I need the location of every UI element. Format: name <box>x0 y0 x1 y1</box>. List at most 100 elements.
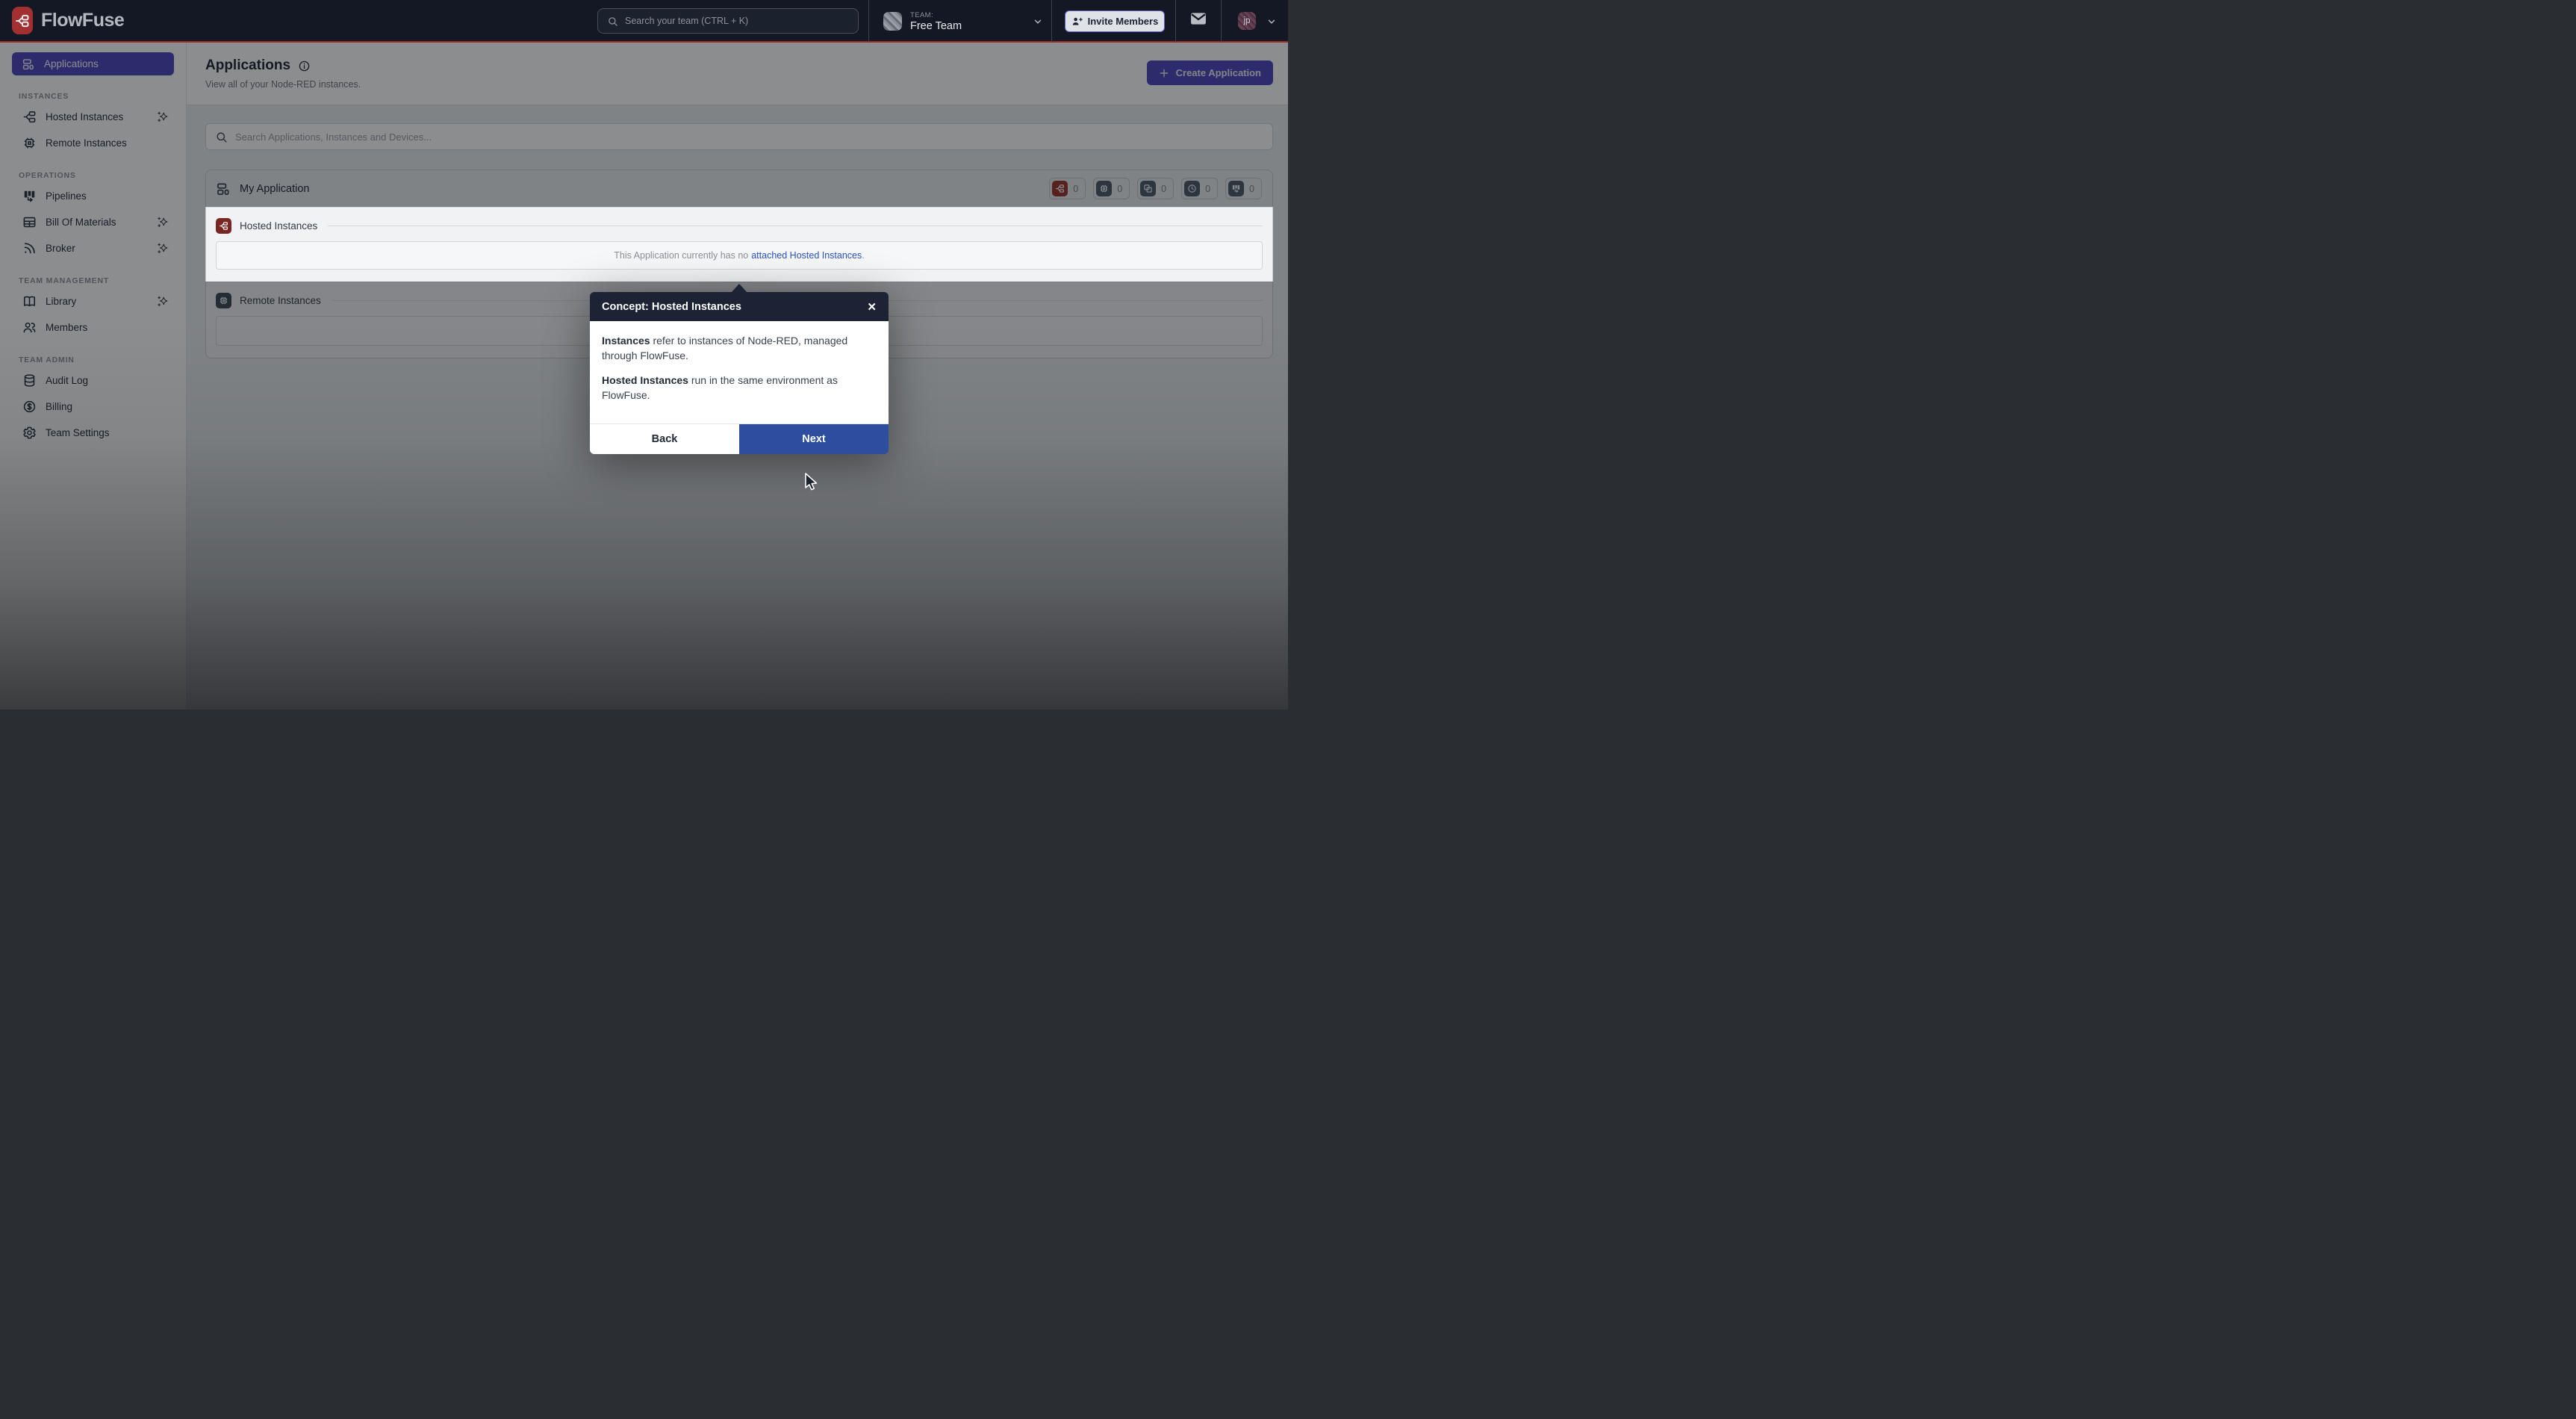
sparkle-icon <box>157 295 169 308</box>
sidebar-item-broker[interactable]: Broker <box>0 235 186 261</box>
billing-icon <box>22 400 37 414</box>
hosted-instances-icon <box>216 218 231 234</box>
library-icon <box>22 294 37 308</box>
team-label: TEAM: <box>910 11 962 19</box>
team-avatar <box>883 12 902 31</box>
hosted-instances-section: Hosted Instances This Application curren… <box>206 208 1272 282</box>
remote-instances-icon <box>216 293 231 308</box>
invite-members-button[interactable]: Invite Members <box>1065 10 1165 32</box>
user-avatar[interactable]: jp <box>1238 12 1256 30</box>
application-title: My Application <box>240 183 310 195</box>
pipelines-icon <box>1228 181 1244 196</box>
applications-search-input[interactable]: Search Applications, Instances and Devic… <box>205 123 1273 150</box>
sidebar-item-label: Library <box>46 296 76 307</box>
team-selector[interactable]: TEAM: Free Team <box>883 0 962 43</box>
flowfuse-logo[interactable]: FlowFuse <box>0 7 187 34</box>
application-card-header[interactable]: My Application 0 <box>206 170 1272 208</box>
team-chevron-down-icon[interactable] <box>1033 16 1043 27</box>
tour-modal-arrow <box>731 284 747 293</box>
badge-device-groups[interactable]: 0 <box>1137 178 1174 199</box>
sidebar-item-label: Members <box>46 322 87 333</box>
mouse-cursor <box>800 472 820 493</box>
close-icon[interactable]: ✕ <box>867 300 877 314</box>
sidebar-section-instances: INSTANCES <box>19 92 186 101</box>
next-button[interactable]: Next <box>739 424 889 454</box>
sidebar-item-team-settings[interactable]: Team Settings <box>0 420 186 446</box>
sparkle-icon <box>157 216 169 229</box>
team-search-input[interactable]: Search your team (CTRL + K) <box>597 8 859 34</box>
navbar-divider <box>868 0 869 43</box>
bill-of-materials-icon <box>22 215 37 229</box>
info-icon[interactable] <box>298 60 311 72</box>
gear-icon <box>22 426 37 440</box>
broker-icon <box>22 241 37 255</box>
flowfuse-logo-icon <box>12 7 33 34</box>
sparkle-icon <box>157 242 169 255</box>
sidebar-item-members[interactable]: Members <box>0 314 186 341</box>
user-chevron-down-icon[interactable] <box>1266 16 1277 27</box>
navbar-divider <box>1051 0 1052 43</box>
sidebar: Applications INSTANCES Hosted Instances <box>0 43 187 710</box>
sidebar-item-label: Broker <box>46 243 75 254</box>
applications-search-placeholder: Search Applications, Instances and Devic… <box>235 131 432 143</box>
badge-count: 0 <box>1161 184 1166 194</box>
badge-count: 0 <box>1073 184 1078 194</box>
application-stat-badges: 0 0 <box>1049 178 1262 199</box>
remote-instances-icon <box>1096 181 1112 196</box>
attached-hosted-instances-link[interactable]: attached Hosted Instances <box>751 250 862 261</box>
badge-pipelines[interactable]: 0 <box>1225 178 1262 199</box>
badge-count: 0 <box>1249 184 1254 194</box>
audit-log-icon <box>22 373 37 388</box>
sidebar-item-applications[interactable]: Applications <box>12 52 174 75</box>
tour-modal-title: Concept: Hosted Instances <box>602 301 741 313</box>
sidebar-item-pipelines[interactable]: Pipelines <box>0 183 186 209</box>
sidebar-item-label: Remote Instances <box>46 137 127 149</box>
tour-modal-header: Concept: Hosted Instances ✕ <box>590 292 889 321</box>
sidebar-item-remote-instances[interactable]: Remote Instances <box>0 130 186 156</box>
section-label: Hosted Instances <box>240 220 317 232</box>
sidebar-item-billing[interactable]: Billing <box>0 394 186 420</box>
sparkle-icon <box>157 111 169 123</box>
badge-count: 0 <box>1205 184 1210 194</box>
page-header: Applications View all of your Node-RED i… <box>187 43 1288 105</box>
section-label: Remote Instances <box>240 295 321 306</box>
applications-icon <box>22 58 35 71</box>
sidebar-item-label: Audit Log <box>46 375 88 386</box>
team-name: Free Team <box>910 20 962 32</box>
sidebar-item-label: Applications <box>44 58 99 69</box>
search-icon <box>607 16 618 27</box>
sidebar-section-team-management: TEAM MANAGEMENT <box>19 276 186 285</box>
page-subtitle: View all of your Node-RED instances. <box>205 79 1269 90</box>
remote-instances-icon <box>22 136 37 150</box>
device-groups-icon <box>1140 181 1156 196</box>
sidebar-item-hosted-instances[interactable]: Hosted Instances <box>0 104 186 130</box>
sidebar-item-label: Pipelines <box>46 190 87 202</box>
mail-icon[interactable] <box>1190 12 1207 25</box>
members-icon <box>22 320 37 335</box>
tour-paragraph: Hosted Instances run in the same environ… <box>602 373 877 403</box>
tour-modal-body: Instances refer to instances of Node-RED… <box>590 321 889 423</box>
badge-count: 0 <box>1117 184 1122 194</box>
badge-hosted-instances[interactable]: 0 <box>1049 178 1086 199</box>
create-application-button[interactable]: Create Application <box>1147 60 1273 85</box>
sidebar-item-bill-of-materials[interactable]: Bill Of Materials <box>0 209 186 235</box>
back-button[interactable]: Back <box>590 424 739 454</box>
hosted-instances-icon <box>1052 181 1068 196</box>
tour-paragraph: Instances refer to instances of Node-RED… <box>602 334 877 364</box>
sidebar-section-operations: OPERATIONS <box>19 171 186 180</box>
badge-snapshots[interactable]: 0 <box>1181 178 1218 199</box>
badge-remote-instances[interactable]: 0 <box>1093 178 1130 199</box>
page-title: Applications <box>205 58 290 74</box>
sidebar-item-library[interactable]: Library <box>0 288 186 314</box>
hosted-instances-empty-state: This Application currently has no attach… <box>216 241 1263 270</box>
pipelines-icon <box>22 189 37 203</box>
create-application-label: Create Application <box>1176 67 1261 78</box>
navbar-divider <box>1221 0 1222 43</box>
invite-members-label: Invite Members <box>1088 16 1159 27</box>
sidebar-item-audit-log[interactable]: Audit Log <box>0 367 186 394</box>
flowfuse-app: FlowFuse Search your team (CTRL + K) TEA… <box>0 0 1288 710</box>
top-navbar: FlowFuse Search your team (CTRL + K) TEA… <box>0 0 1288 43</box>
sidebar-section-team-admin: TEAM ADMIN <box>19 355 186 364</box>
navbar-divider <box>1175 0 1176 43</box>
sidebar-item-label: Hosted Instances <box>46 111 123 122</box>
